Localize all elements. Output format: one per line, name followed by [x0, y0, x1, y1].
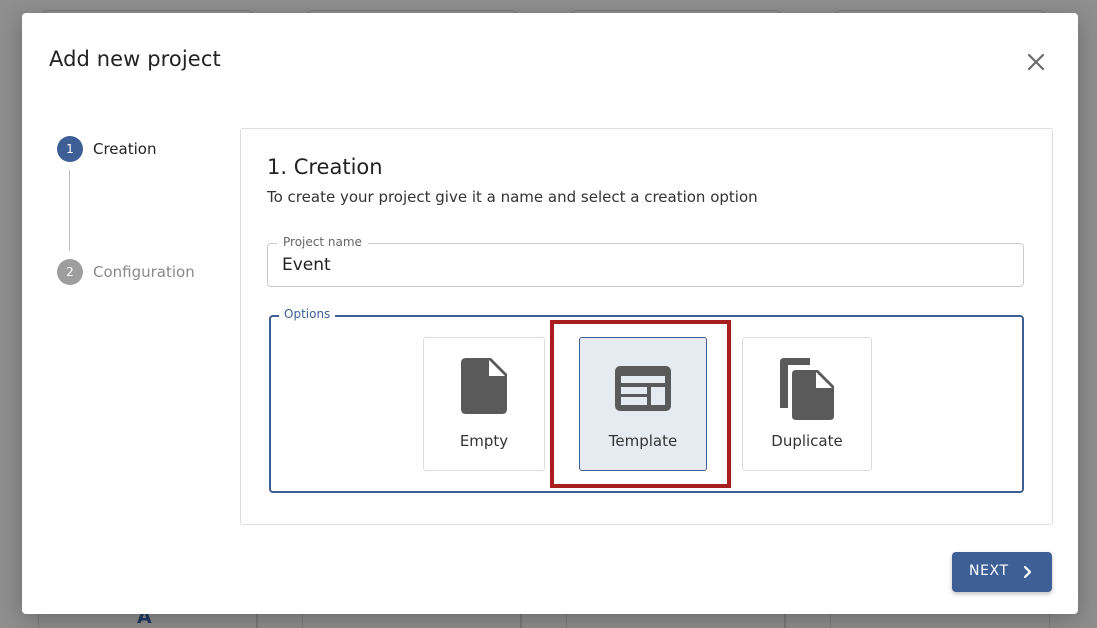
option-empty[interactable]: Empty — [423, 337, 545, 471]
creation-panel: 1. Creation To create your project give … — [240, 128, 1053, 525]
step-number-2: 2 — [57, 259, 83, 285]
section-description: To create your project give it a name an… — [267, 188, 758, 206]
chevron-right-icon — [1020, 564, 1036, 580]
section-title: 1. Creation — [267, 155, 383, 179]
next-button[interactable]: NEXT — [952, 552, 1052, 592]
option-template[interactable]: Template — [579, 337, 707, 471]
template-icon — [615, 366, 671, 411]
add-project-dialog: Add new project 1 Creation 2 Configurati… — [22, 13, 1078, 614]
step-number-1: 1 — [57, 136, 83, 162]
option-label: Template — [608, 432, 678, 450]
project-name-input[interactable] — [282, 253, 1002, 277]
step-connector — [69, 170, 70, 251]
project-name-field: Project name — [267, 235, 1024, 287]
options-group: Options Empty Template Duplicate — [269, 307, 1024, 493]
step-label-creation: Creation — [93, 140, 157, 158]
step-label-configuration: Configuration — [93, 263, 195, 281]
stepper: 1 Creation 2 Configuration — [57, 136, 227, 296]
project-name-label: Project name — [277, 235, 368, 249]
next-button-label: NEXT — [969, 563, 1009, 579]
dialog-title: Add new project — [49, 47, 221, 71]
option-label: Empty — [459, 432, 509, 450]
options-label: Options — [279, 307, 336, 321]
option-label: Duplicate — [771, 432, 843, 450]
file-icon — [461, 358, 507, 414]
close-button[interactable] — [1023, 49, 1049, 75]
close-icon — [1023, 49, 1049, 75]
copy-icon — [780, 358, 834, 420]
option-duplicate[interactable]: Duplicate — [742, 337, 872, 471]
